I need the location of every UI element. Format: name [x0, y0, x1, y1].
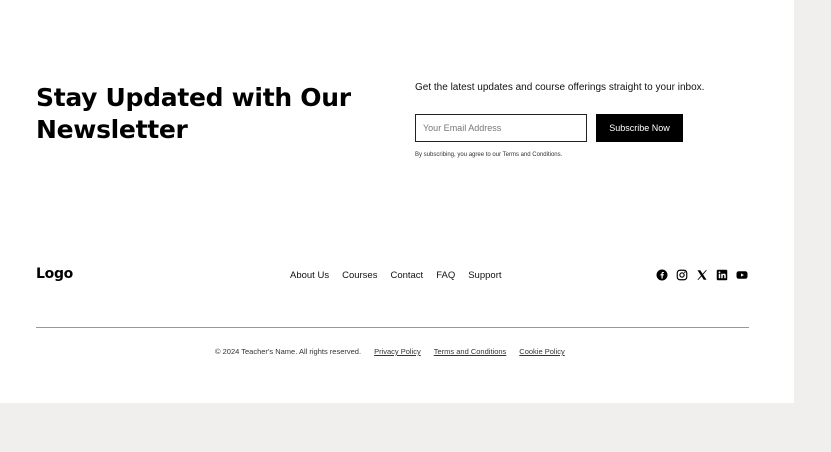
- instagram-icon[interactable]: [676, 269, 688, 281]
- youtube-icon[interactable]: [736, 269, 748, 281]
- footer-divider: [36, 327, 749, 328]
- footer-logo[interactable]: Logo: [36, 266, 73, 282]
- legal-bar: © 2024 Teacher's Name. All rights reserv…: [215, 347, 565, 356]
- newsletter-disclaimer: By subscribing, you agree to our Terms a…: [415, 152, 563, 158]
- nav-link-about-us[interactable]: About Us: [290, 270, 329, 281]
- newsletter-title: Stay Updated with Our Newsletter: [36, 83, 351, 144]
- page: Stay Updated with Our Newsletter Get the…: [0, 0, 794, 403]
- newsletter-description: Get the latest updates and course offeri…: [415, 82, 705, 93]
- nav-link-courses[interactable]: Courses: [342, 270, 377, 281]
- nav-link-contact[interactable]: Contact: [390, 270, 423, 281]
- facebook-icon[interactable]: [656, 269, 668, 281]
- privacy-policy-link[interactable]: Privacy Policy: [374, 347, 421, 356]
- email-input[interactable]: [415, 114, 587, 142]
- footer-nav: About Us Courses Contact FAQ Support: [290, 270, 502, 281]
- social-links: [656, 269, 748, 281]
- terms-and-conditions-link[interactable]: Terms and Conditions: [434, 347, 507, 356]
- cookie-policy-link[interactable]: Cookie Policy: [519, 347, 564, 356]
- subscribe-button[interactable]: Subscribe Now: [596, 114, 683, 142]
- x-icon[interactable]: [696, 269, 708, 281]
- copyright-text: © 2024 Teacher's Name. All rights reserv…: [215, 347, 362, 356]
- nav-link-support[interactable]: Support: [468, 270, 501, 281]
- nav-link-faq[interactable]: FAQ: [436, 270, 455, 281]
- linkedin-icon[interactable]: [716, 269, 728, 281]
